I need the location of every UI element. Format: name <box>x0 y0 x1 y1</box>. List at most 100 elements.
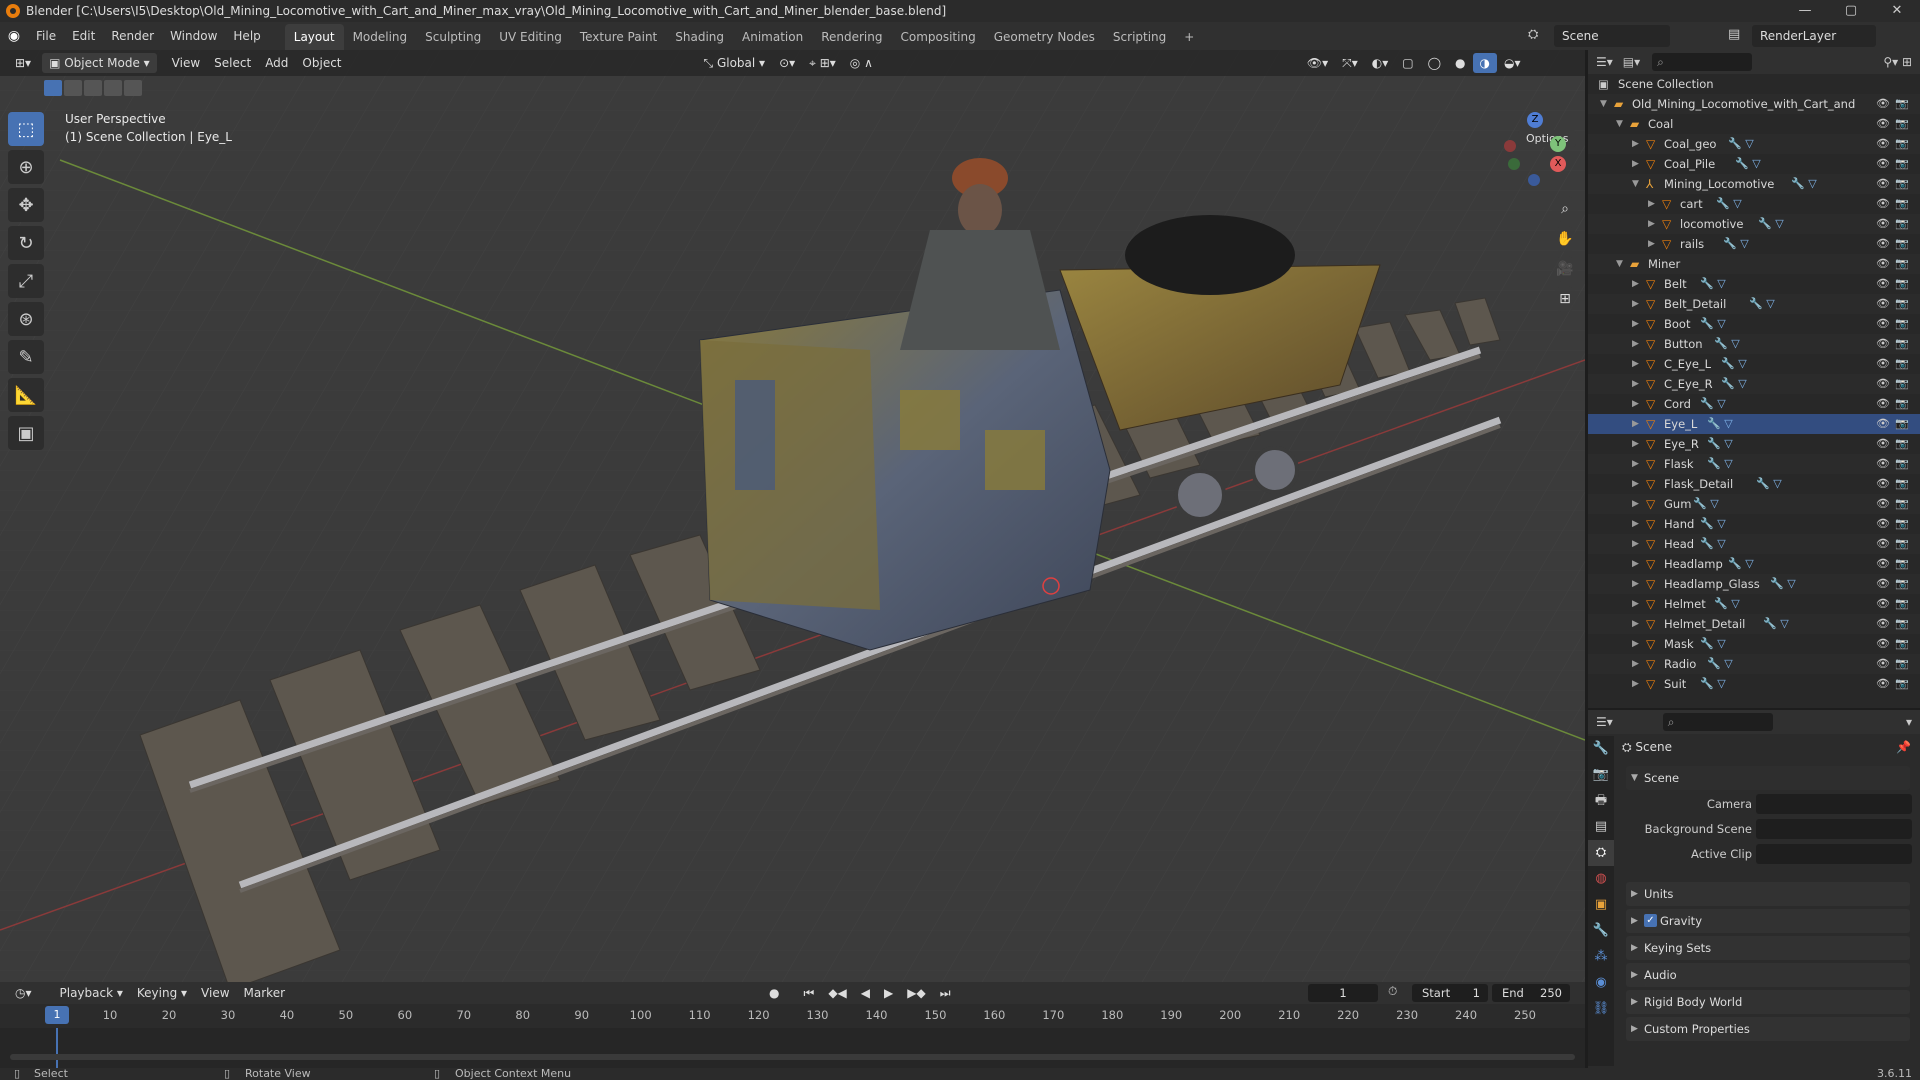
blender-menu-icon[interactable]: ◉ <box>0 28 28 44</box>
modifier-mesh-data-icon[interactable]: 🔧 ▽ <box>1728 554 1754 574</box>
visibility-eye-icon[interactable]: 👁 <box>1876 134 1890 154</box>
outliner-filter-icon[interactable]: ⚲▾ ⊞ <box>1883 55 1912 69</box>
render-tab-icon[interactable]: 📷 <box>1588 762 1614 788</box>
scene-tab-icon[interactable]: ⛭ <box>1588 840 1614 866</box>
visibility-eye-icon[interactable]: 👁 <box>1876 154 1890 174</box>
render-camera-icon[interactable]: 📷 <box>1895 294 1909 314</box>
expand-right-icon[interactable]: ▶ <box>1632 674 1639 694</box>
rendered-shading-icon[interactable]: ◒▾ <box>1497 53 1528 73</box>
display-mode-icon[interactable]: ▤▾ <box>1623 55 1640 69</box>
expand-right-icon[interactable]: ▶ <box>1632 414 1639 434</box>
visibility-eye-icon[interactable]: 👁 <box>1876 654 1890 674</box>
expand-right-icon[interactable]: ▶ <box>1648 234 1655 254</box>
scale-tool-icon[interactable]: ⤢ <box>8 264 44 298</box>
render-camera-icon[interactable]: 📷 <box>1895 134 1909 154</box>
expand-right-icon[interactable]: ▶ <box>1632 454 1639 474</box>
play-reverse-button[interactable]: ◀ <box>854 983 877 1003</box>
modifier-mesh-data-icon[interactable]: 🔧 ▽ <box>1714 594 1740 614</box>
gizmo-neg-x-icon[interactable] <box>1504 140 1516 152</box>
modifier-mesh-data-icon[interactable]: 🔧 ▽ <box>1791 174 1817 194</box>
gizmo-z-icon[interactable]: Z <box>1527 112 1543 128</box>
menu-edit[interactable]: Edit <box>64 22 103 50</box>
current-frame-field[interactable]: 1 <box>1308 984 1378 1002</box>
camera-view-icon[interactable]: 🎥 <box>1552 256 1578 282</box>
close-window-button[interactable]: ✕ <box>1874 0 1920 22</box>
render-camera-icon[interactable]: 📷 <box>1895 414 1909 434</box>
render-camera-icon[interactable]: 📷 <box>1895 254 1909 274</box>
render-camera-icon[interactable]: 📷 <box>1895 174 1909 194</box>
outliner-row[interactable]: ▶ ▽ Headlamp_Glass 🔧 ▽ 👁 📷 <box>1588 574 1920 594</box>
select-subtract-icon[interactable] <box>84 80 102 96</box>
units-panel-header[interactable]: ▶ Units <box>1626 882 1910 906</box>
modifier-mesh-data-icon[interactable]: 🔧 ▽ <box>1700 314 1726 334</box>
keying-menu[interactable]: Keying ▾ <box>130 983 194 1003</box>
add-cube-tool-icon[interactable]: ▣ <box>8 416 44 450</box>
render-camera-icon[interactable]: 📷 <box>1895 614 1909 634</box>
active-clip-field[interactable] <box>1756 844 1912 864</box>
render-camera-icon[interactable]: 📷 <box>1895 154 1909 174</box>
expand-right-icon[interactable]: ▶ <box>1632 474 1639 494</box>
tab-modeling[interactable]: Modeling <box>344 24 417 50</box>
gizmo-x-icon[interactable]: X <box>1550 156 1566 172</box>
select-invert-icon[interactable] <box>104 80 122 96</box>
view-layer-tab-icon[interactable]: ▤ <box>1588 814 1614 840</box>
render-camera-icon[interactable]: 📷 <box>1895 494 1909 514</box>
wireframe-shading-icon[interactable]: ◯ <box>1421 53 1448 73</box>
visibility-eye-icon[interactable]: 👁 <box>1876 614 1890 634</box>
outliner-row[interactable]: ▶ ▽ Helmet_Detail 🔧 ▽ 👁 📷 <box>1588 614 1920 634</box>
gizmo-neg-z-icon[interactable] <box>1528 174 1540 186</box>
visibility-eye-icon[interactable]: 👁 <box>1876 674 1890 694</box>
visibility-eye-icon[interactable]: 👁 <box>1876 214 1890 234</box>
outliner-row[interactable]: ▶ ▽ cart 🔧 ▽ 👁 📷 <box>1588 194 1920 214</box>
camera-field[interactable] <box>1756 794 1912 814</box>
visibility-eye-icon[interactable]: 👁 <box>1876 114 1890 134</box>
outliner-row[interactable]: ▶ ▽ Helmet 🔧 ▽ 👁 📷 <box>1588 594 1920 614</box>
properties-search-input[interactable]: ⌕ <box>1662 713 1773 731</box>
render-camera-icon[interactable]: 📷 <box>1895 314 1909 334</box>
modifier-mesh-data-icon[interactable]: 🔧 ▽ <box>1723 234 1749 254</box>
proportional-edit-icon[interactable]: ◎ ∧ <box>843 53 880 73</box>
render-camera-icon[interactable]: 📷 <box>1895 194 1909 214</box>
overlay-toggle-icon[interactable]: ◐▾ <box>1365 53 1396 73</box>
expand-right-icon[interactable]: ▶ <box>1632 134 1639 154</box>
expand-right-icon[interactable]: ▶ <box>1632 354 1639 374</box>
end-frame-field[interactable]: End 250 <box>1492 984 1570 1002</box>
modifier-mesh-data-icon[interactable]: 🔧 ▽ <box>1749 294 1775 314</box>
modifier-mesh-data-icon[interactable]: 🔧 ▽ <box>1721 374 1747 394</box>
start-frame-field[interactable]: Start 1 <box>1412 984 1488 1002</box>
outliner-search-input[interactable]: ⌕ <box>1652 53 1753 71</box>
play-button[interactable]: ▶ <box>877 983 900 1003</box>
expand-right-icon[interactable]: ▶ <box>1632 574 1639 594</box>
visibility-eye-icon[interactable]: 👁 <box>1876 174 1890 194</box>
visibility-eye-icon[interactable]: 👁 <box>1876 234 1890 254</box>
visibility-eye-icon[interactable]: 👁 <box>1876 534 1890 554</box>
timeline-ruler[interactable]: 1 10 20 30 40 50 60 70 80 90 100 110 120 130 140 150 160… <box>0 1004 1585 1028</box>
visibility-eye-icon[interactable]: 👁 <box>1876 194 1890 214</box>
modifier-mesh-data-icon[interactable]: 🔧 ▽ <box>1700 394 1726 414</box>
render-camera-icon[interactable]: 📷 <box>1895 474 1909 494</box>
outliner-row[interactable]: ▶ ▽ Radio 🔧 ▽ 👁 📷 <box>1588 654 1920 674</box>
expand-right-icon[interactable]: ▶ <box>1632 334 1639 354</box>
outliner-row[interactable]: ▶ ▽ Mask 🔧 ▽ 👁 📷 <box>1588 634 1920 654</box>
pan-view-icon[interactable]: ✋ <box>1552 226 1578 252</box>
gravity-panel-header[interactable]: ▶ ✓ Gravity <box>1626 909 1910 933</box>
outliner-row[interactable]: ▶ ▽ C_Eye_L 🔧 ▽ 👁 📷 <box>1588 354 1920 374</box>
pivot-icon[interactable]: ⊙▾ <box>772 53 802 73</box>
outliner-row[interactable]: ▶ ▽ locomotive 🔧 ▽ 👁 📷 <box>1588 214 1920 234</box>
timeline-view-menu[interactable]: View <box>194 983 236 1003</box>
menu-help[interactable]: Help <box>225 22 268 50</box>
scene-panel-header[interactable]: ▼ Scene <box>1626 766 1910 790</box>
measure-tool-icon[interactable]: 📐 <box>8 378 44 412</box>
record-button[interactable]: ● <box>762 983 786 1003</box>
rotate-tool-icon[interactable]: ↻ <box>8 226 44 260</box>
snap-icon[interactable]: ⌖ ⊞▾ <box>802 53 843 73</box>
visibility-eye-icon[interactable]: 👁 <box>1876 454 1890 474</box>
visibility-eye-icon[interactable]: 👁 <box>1876 354 1890 374</box>
output-tab-icon[interactable]: 🖶 <box>1588 788 1614 814</box>
visibility-eye-icon[interactable]: 👁 <box>1876 494 1890 514</box>
modifier-mesh-data-icon[interactable]: 🔧 ▽ <box>1700 274 1726 294</box>
render-camera-icon[interactable]: 📷 <box>1895 674 1909 694</box>
modifier-mesh-data-icon[interactable]: 🔧 ▽ <box>1714 334 1740 354</box>
modifier-mesh-data-icon[interactable]: 🔧 ▽ <box>1770 574 1796 594</box>
jump-end-button[interactable]: ⏭ <box>933 983 958 1003</box>
